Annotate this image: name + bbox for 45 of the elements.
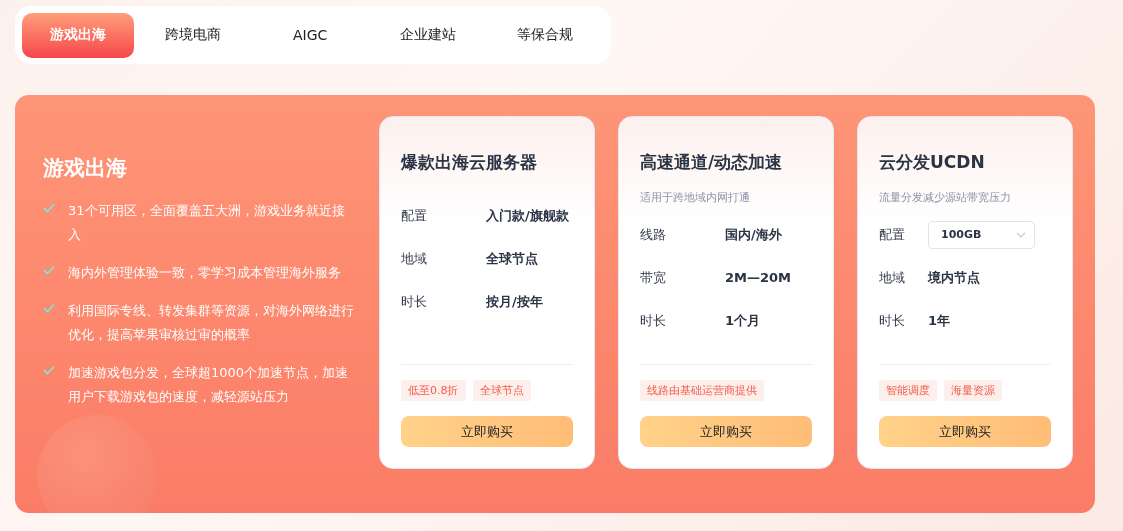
card-subtitle: 流量分发减少源站带宽压力 (879, 190, 1012, 205)
spec-label: 时长 (640, 311, 667, 330)
spec-label: 时长 (879, 311, 906, 330)
tab[interactable]: AIGC (251, 12, 369, 58)
card-subtitle: 适用于跨地域内网打通 (640, 190, 751, 205)
feature-text: 加速游戏包分发，全球超1000个加速节点，加速用户下载游戏包的速度，减轻源站压力 (68, 364, 350, 406)
tab[interactable]: 跨境电商 (133, 12, 252, 58)
card-title: 高速通道/动态加速 (640, 151, 784, 174)
check-icon (43, 303, 55, 313)
spec-value: 境内节点 (928, 268, 981, 287)
spec-label: 时长 (401, 292, 428, 311)
feature-tag: 海量资源 (944, 380, 1002, 401)
spec-value: 1年 (928, 311, 952, 330)
spec-value: 国内/海外 (725, 225, 783, 244)
check-icon (43, 265, 55, 275)
feature-tag: 线路由基础运营商提供 (640, 380, 764, 401)
spec-value: 入门款/旗舰款 (486, 206, 570, 225)
feature-tag: 智能调度 (879, 380, 937, 401)
spec-value: 全球节点 (486, 249, 539, 268)
spec-label: 地域 (879, 268, 906, 287)
tab[interactable]: 企业建站 (368, 12, 487, 58)
spec-value: 2M—20M (725, 270, 792, 285)
spec-label: 线路 (640, 225, 667, 244)
tab[interactable]: 等保合规 (486, 12, 605, 58)
spec-label: 带宽 (640, 268, 667, 287)
feature-text: 利用国际专线、转发集群等资源，对海外网络进行优化，提高苹果审核过审的概率 (68, 302, 355, 344)
feature-tag: 全球节点 (472, 380, 531, 401)
config-select[interactable]: 100GB (928, 220, 1035, 249)
buy-button[interactable]: 立即购买 (640, 416, 812, 447)
check-icon (43, 365, 55, 375)
check-icon (43, 203, 55, 213)
spec-label: 配置 (401, 206, 428, 225)
spec-value: 按月/按年 (486, 292, 544, 311)
buy-button[interactable]: 立即购买 (879, 416, 1051, 447)
feature-text: 海内外管理体验一致，零学习成本管理海外服务 (68, 264, 341, 282)
card-title: 云分发UCDN (879, 151, 986, 174)
panel-title: 游戏出海 (43, 155, 128, 182)
chevron-down-icon (1016, 231, 1026, 238)
card-title: 爆款出海云服务器 (401, 151, 538, 174)
spec-label: 配置 (879, 225, 906, 244)
buy-button[interactable]: 立即购买 (401, 416, 573, 447)
spec-label: 地域 (401, 249, 428, 268)
feature-text: 31个可用区，全面覆盖五大洲，游戏业务就近接入 (68, 202, 346, 244)
spec-value: 1个月 (725, 311, 762, 330)
feature-tag: 低至0.8折 (401, 380, 466, 401)
